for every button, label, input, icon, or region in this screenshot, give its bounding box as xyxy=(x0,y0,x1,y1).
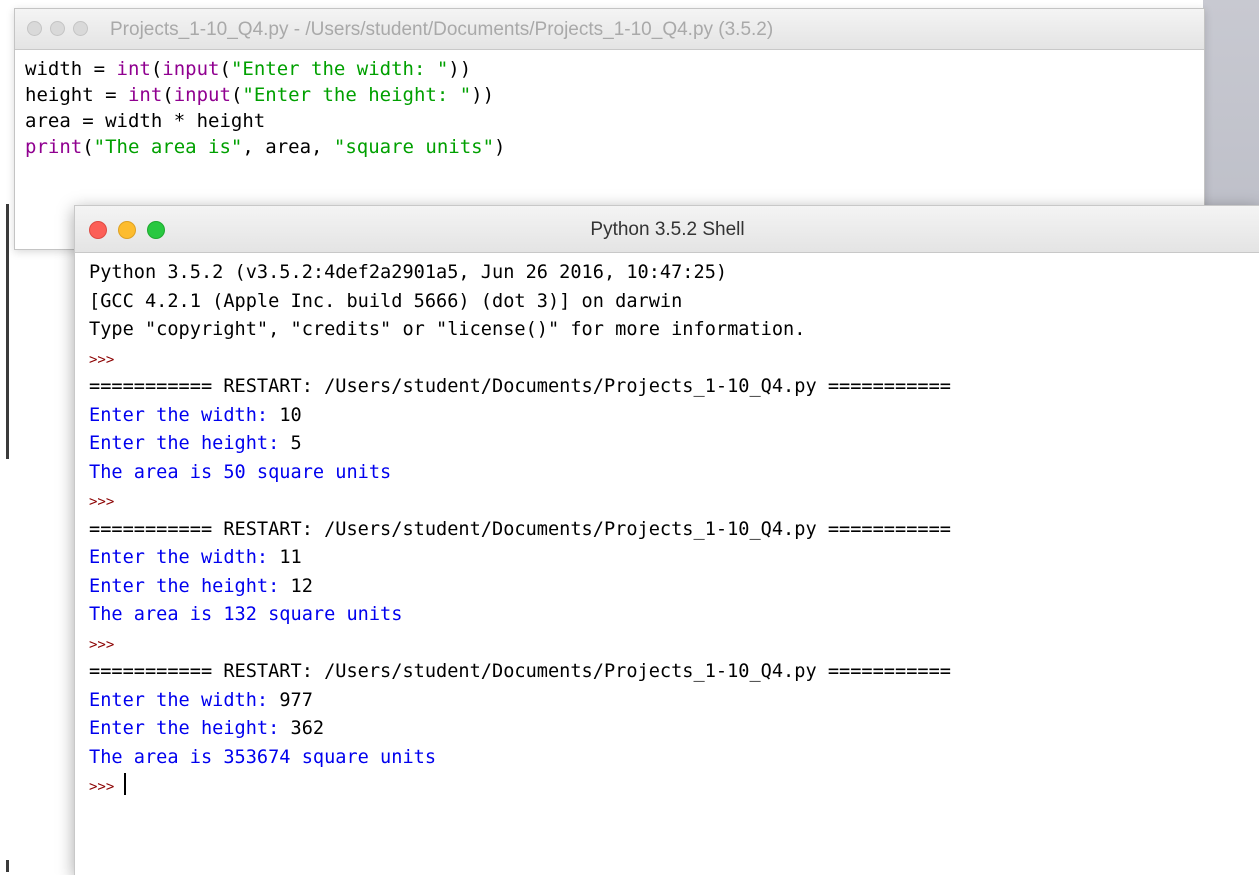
console-text: Enter the height: xyxy=(89,433,291,454)
shell-title: Python 3.5.2 Shell xyxy=(590,219,745,240)
code-token: ( xyxy=(230,84,243,106)
editor-titlebar[interactable]: Projects_1-10_Q4.py - /Users/student/Doc… xyxy=(15,9,1204,50)
console-line: [GCC 4.2.1 (Apple Inc. build 5666) (dot … xyxy=(89,288,1259,317)
console-text: Enter the height: xyxy=(89,718,291,739)
code-token: "Enter the height: " xyxy=(242,84,472,106)
console-text: [GCC 4.2.1 (Apple Inc. build 5666) (dot … xyxy=(89,290,683,312)
code-token: "square units" xyxy=(333,136,495,158)
user-input-value: 362 xyxy=(290,718,325,739)
text-cursor[interactable] xyxy=(124,773,127,795)
console-text: =========== RESTART: /Users/student/Docu… xyxy=(89,376,951,397)
console-line: Enter the height: 12 xyxy=(89,573,1259,602)
console-text: Python 3.5.2 (v3.5.2:4def2a2901a5, Jun 2… xyxy=(89,262,728,283)
code-token: ( xyxy=(162,84,174,106)
console-line: =========== RESTART: /Users/student/Docu… xyxy=(89,516,1259,545)
code-line[interactable]: print("The area is", area, "square units… xyxy=(25,134,1204,160)
console-line: =========== RESTART: /Users/student/Docu… xyxy=(89,373,1259,402)
zoom-icon[interactable] xyxy=(73,21,88,36)
console-line: Enter the width: 10 xyxy=(89,402,1259,431)
prompt-marker: >>> xyxy=(89,494,115,510)
console-text: =========== RESTART: /Users/student/Docu… xyxy=(89,518,951,540)
code-token: )) xyxy=(471,84,495,106)
code-token: ( xyxy=(82,136,94,158)
shell-prompt-line: >>> xyxy=(89,345,1259,374)
code-token: input xyxy=(162,58,220,80)
close-icon[interactable] xyxy=(27,21,42,36)
shell-prompt-line: >>> xyxy=(89,487,1259,516)
console-text: Enter the height: xyxy=(89,575,291,597)
console-line: The area is 353674 square units xyxy=(89,744,1259,773)
shell-console[interactable]: Python 3.5.2 (v3.5.2:4def2a2901a5, Jun 2… xyxy=(75,253,1259,801)
edge-mark xyxy=(6,860,9,872)
code-token: width = xyxy=(25,58,117,80)
code-token: print xyxy=(25,136,83,158)
console-line: Enter the width: 977 xyxy=(89,687,1259,716)
shell-window[interactable]: Python 3.5.2 Shell Python 3.5.2 (v3.5.2:… xyxy=(74,205,1259,875)
console-line: The area is 50 square units xyxy=(89,459,1259,488)
editor-window-controls xyxy=(27,21,88,36)
console-text: Enter the width: xyxy=(89,689,280,711)
console-text: Type "copyright", "credits" or "license(… xyxy=(89,319,806,340)
console-line: Enter the height: 5 xyxy=(89,430,1259,459)
code-token: ( xyxy=(150,58,163,80)
code-line[interactable]: area = width * height xyxy=(25,108,1204,134)
console-line: Enter the width: 11 xyxy=(89,544,1259,573)
code-token: area = width * height xyxy=(25,110,266,132)
shell-titlebar[interactable]: Python 3.5.2 Shell xyxy=(75,206,1259,253)
user-input-value: 12 xyxy=(290,575,313,597)
code-token: , area, xyxy=(242,136,334,158)
code-token: int xyxy=(127,84,163,106)
console-text: The area is 353674 square units xyxy=(89,746,437,768)
code-token: input xyxy=(173,84,231,106)
shell-prompt-line: >>> xyxy=(89,630,1259,659)
code-line[interactable]: width = int(input("Enter the width: ")) xyxy=(25,56,1204,82)
user-input-value: 10 xyxy=(279,404,302,426)
console-text: Enter the width: xyxy=(89,547,280,568)
prompt-marker: >>> xyxy=(89,351,115,368)
console-text: The area is 132 square units xyxy=(89,604,403,625)
console-line: The area is 132 square units xyxy=(89,601,1259,630)
console-text: Enter the width: xyxy=(89,404,280,426)
shell-prompt-line: >>> xyxy=(89,772,1259,801)
console-line: Type "copyright", "credits" or "license(… xyxy=(89,316,1259,345)
code-line[interactable]: height = int(input("Enter the height: ")… xyxy=(25,82,1204,108)
code-token: height = xyxy=(25,84,128,106)
edge-bar xyxy=(6,204,9,459)
code-token: "The area is" xyxy=(93,136,243,158)
console-text: =========== RESTART: /Users/student/Docu… xyxy=(89,661,951,682)
minimize-icon[interactable] xyxy=(50,21,65,36)
code-token: int xyxy=(116,58,151,80)
user-input-value: 11 xyxy=(279,547,302,568)
code-token: "Enter the width: " xyxy=(230,58,449,80)
prompt-marker: >>> xyxy=(89,636,115,653)
desktop-edge xyxy=(0,200,14,874)
code-token: )) xyxy=(448,58,472,80)
editor-title: Projects_1-10_Q4.py - /Users/student/Doc… xyxy=(110,19,774,40)
console-line: =========== RESTART: /Users/student/Docu… xyxy=(89,658,1259,687)
code-token: ) xyxy=(494,136,506,158)
console-line: Enter the height: 362 xyxy=(89,715,1259,744)
console-text: The area is 50 square units xyxy=(89,461,392,483)
code-token: ( xyxy=(219,58,231,80)
user-input-value: 977 xyxy=(279,689,313,711)
user-input-value: 5 xyxy=(290,433,302,454)
code-editor[interactable]: width = int(input("Enter the width: ")) h… xyxy=(15,50,1204,160)
prompt-marker: >>> xyxy=(89,779,115,795)
console-line: Python 3.5.2 (v3.5.2:4def2a2901a5, Jun 2… xyxy=(89,259,1259,288)
